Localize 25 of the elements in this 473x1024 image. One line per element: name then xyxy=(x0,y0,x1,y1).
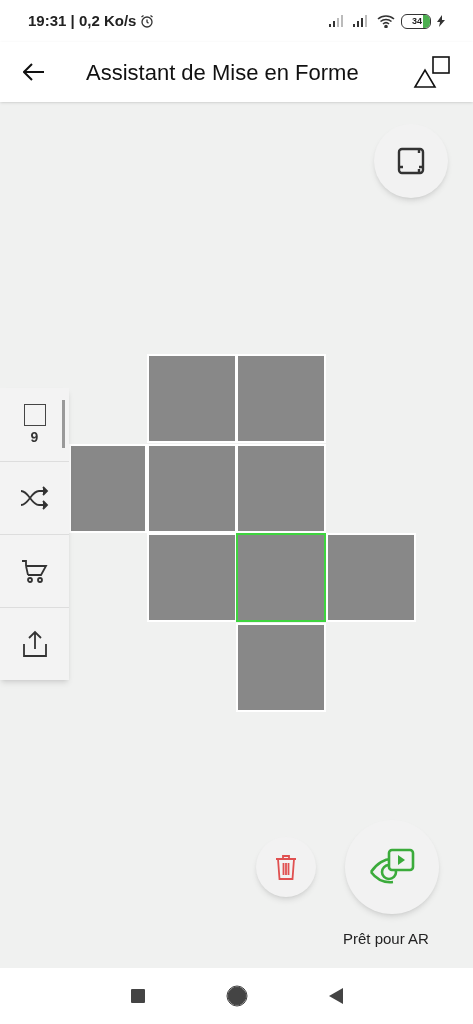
status-time: 19:31 | 0,2 Ko/s xyxy=(28,10,137,31)
trash-icon xyxy=(275,854,297,880)
charging-icon xyxy=(437,15,445,27)
alarm-icon xyxy=(140,14,155,28)
shapes-button[interactable] xyxy=(413,54,453,90)
back-arrow-icon xyxy=(23,63,45,81)
wifi-icon xyxy=(377,14,395,28)
home-button[interactable] xyxy=(224,984,249,1008)
shapes-icon xyxy=(413,55,453,89)
triangle-icon xyxy=(328,988,343,1004)
ar-label: Prêt pour AR xyxy=(343,929,429,949)
eye-play-icon xyxy=(369,848,415,886)
square-icon xyxy=(23,403,46,426)
square-icon xyxy=(130,989,145,1003)
grid-tile[interactable] xyxy=(236,533,326,622)
battery-icon: 34 xyxy=(401,13,431,29)
cart-icon xyxy=(20,558,49,584)
frame-icon xyxy=(397,147,425,175)
app-title: Assistant de Mise en Forme xyxy=(86,58,359,87)
tile-count-button[interactable]: 9 xyxy=(0,388,69,461)
share-icon xyxy=(21,630,48,658)
scroll-indicator xyxy=(62,400,65,448)
delete-button[interactable] xyxy=(256,837,316,897)
circle-icon xyxy=(225,985,248,1007)
shuffle-icon xyxy=(19,486,50,510)
